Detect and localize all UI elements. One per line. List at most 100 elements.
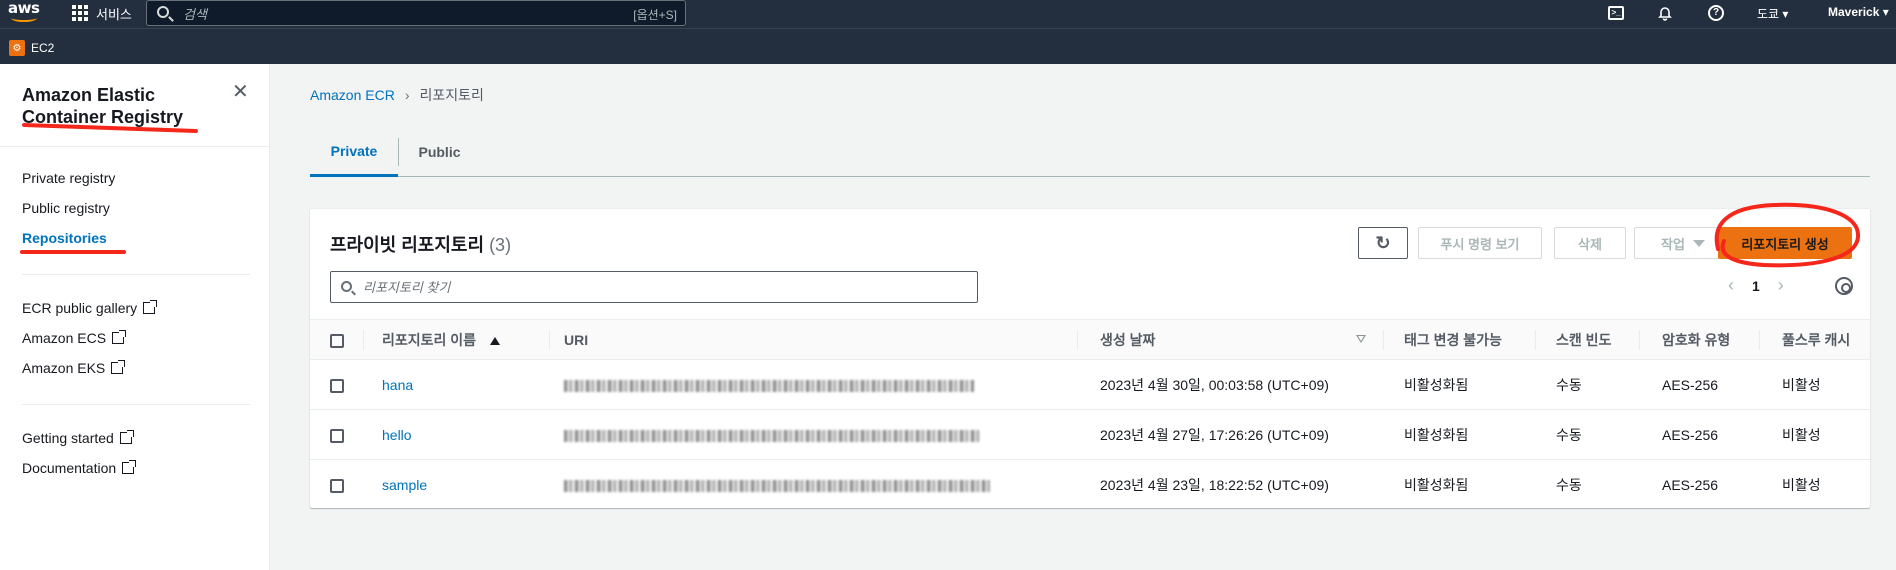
- notifications-icon[interactable]: [1655, 3, 1675, 23]
- sidebar-item-amazon-eks[interactable]: Amazon EKS: [22, 360, 126, 376]
- repository-search-input[interactable]: [363, 278, 963, 296]
- sidebar-item-documentation[interactable]: Documentation: [22, 460, 137, 476]
- scan-cell: 수동: [1536, 409, 1640, 460]
- chevron-right-icon[interactable]: ›: [1778, 275, 1784, 296]
- help-icon[interactable]: ?: [1706, 3, 1726, 23]
- row-checkbox[interactable]: [330, 378, 344, 393]
- created-cell: 2023년 4월 30일, 00:03:58 (UTC+09): [1078, 359, 1384, 410]
- column-header-label: 풀스루 캐시: [1782, 331, 1851, 348]
- cloudshell-icon[interactable]: >_: [1606, 3, 1626, 23]
- column-header-encryption[interactable]: 암호화 유형: [1640, 319, 1760, 360]
- repository-name-cell: hello: [364, 409, 550, 460]
- favorite-ec2[interactable]: ⚙ EC2: [9, 40, 54, 56]
- select-all-header: [310, 319, 364, 360]
- repository-link[interactable]: hello: [382, 427, 412, 443]
- refresh-button[interactable]: ↻: [1358, 227, 1408, 259]
- registry-tabs: Private Public: [310, 128, 1870, 177]
- actions-label: 작업: [1661, 236, 1685, 252]
- repository-name-cell: hana: [364, 359, 550, 410]
- column-header-name[interactable]: 리포지토리 이름: [364, 319, 550, 360]
- sidebar-item-label: Amazon ECS: [22, 330, 107, 346]
- global-search-input[interactable]: [183, 5, 603, 23]
- external-link-icon: [143, 300, 158, 314]
- pagination: ‹ 1 ›: [1728, 275, 1784, 296]
- column-header-uri[interactable]: URI: [550, 319, 1078, 360]
- favorites-bar: ⚙ EC2: [0, 28, 1896, 64]
- repository-link[interactable]: hana: [382, 377, 413, 393]
- repositories-table: 리포지토리 이름 URI 생성 날짜 태그 변경 불가능 스캔 빈도 암호화 유…: [310, 319, 1870, 510]
- sidebar-item-label: Getting started: [22, 430, 114, 446]
- immutability-cell: 비활성화됨: [1384, 459, 1536, 510]
- sidebar-divider: [22, 404, 250, 405]
- row-checkbox[interactable]: [330, 428, 344, 443]
- sidebar-item-amazon-ecs[interactable]: Amazon ECS: [22, 330, 127, 346]
- uri-cell: [550, 359, 1078, 410]
- redacted-uri[interactable]: [564, 379, 974, 392]
- chevron-left-icon[interactable]: ‹: [1728, 275, 1734, 296]
- redacted-uri[interactable]: [564, 429, 980, 442]
- repository-name-cell: sample: [364, 459, 550, 510]
- annotation-underline: [20, 250, 126, 254]
- scan-cell: 수동: [1536, 459, 1640, 510]
- sidebar-item-private-registry[interactable]: Private registry: [22, 170, 115, 186]
- top-navigation: aws 서비스 [옵션+S] >_ ? 도쿄 ▾ Maverick ▾: [0, 0, 1896, 28]
- breadcrumb: Amazon ECR › 리포지토리: [310, 85, 484, 105]
- external-link-icon: [111, 360, 126, 374]
- external-link-icon: [122, 460, 137, 474]
- sidebar-title: Amazon Elastic Container Registry: [22, 85, 184, 127]
- tab-private[interactable]: Private: [310, 128, 398, 177]
- search-shortcut: [옵션+S]: [633, 8, 677, 22]
- tab-public[interactable]: Public: [398, 138, 480, 166]
- global-search[interactable]: [옵션+S]: [146, 0, 686, 26]
- sidebar-item-repositories[interactable]: Repositories: [22, 230, 107, 246]
- close-icon[interactable]: ✕: [232, 82, 249, 102]
- column-header-created[interactable]: 생성 날짜: [1078, 319, 1384, 360]
- aws-smile-icon: [11, 14, 37, 22]
- breadcrumb-link-amazon-ecr[interactable]: Amazon ECR: [310, 87, 395, 103]
- services-label: 서비스: [96, 6, 132, 22]
- repositories-panel: 프라이빗 리포지토리 (3) ↻ 푸시 명령 보기 삭제 작업 리포지토리 생성…: [310, 202, 1870, 510]
- redacted-uri[interactable]: [564, 479, 990, 492]
- row-checkbox[interactable]: [330, 478, 344, 493]
- column-header-scan-frequency[interactable]: 스캔 빈도: [1536, 319, 1640, 360]
- repository-count: (3): [489, 235, 512, 255]
- table-row: hana 2023년 4월 30일, 00:03:58 (UTC+09) 비활성…: [310, 359, 1870, 410]
- region-selector[interactable]: 도쿄 ▾: [1757, 5, 1788, 22]
- grid-icon: [72, 5, 88, 21]
- sidebar-item-public-registry[interactable]: Public registry: [22, 200, 110, 216]
- scan-cell: 수동: [1536, 359, 1640, 410]
- column-header-pull-through-cache[interactable]: 풀스루 캐시: [1760, 319, 1870, 360]
- favorite-label: EC2: [31, 41, 55, 55]
- immutability-cell: 비활성화됨: [1384, 359, 1536, 410]
- aws-logo[interactable]: aws: [8, 1, 40, 24]
- external-link-icon: [119, 430, 134, 444]
- sort-icon: [1356, 334, 1366, 344]
- sidebar-item-getting-started[interactable]: Getting started: [22, 430, 134, 446]
- column-header-label: 태그 변경 불가능: [1404, 331, 1502, 348]
- sidebar-item-label: Documentation: [22, 460, 117, 476]
- search-icon: [341, 281, 352, 292]
- created-cell: 2023년 4월 27일, 17:26:26 (UTC+09): [1078, 409, 1384, 460]
- column-header-label: 암호화 유형: [1662, 331, 1731, 348]
- search-icon: [157, 6, 169, 18]
- select-all-checkbox[interactable]: [330, 333, 344, 348]
- view-push-commands-button[interactable]: 푸시 명령 보기: [1418, 227, 1542, 259]
- panel-title: 프라이빗 리포지토리 (3): [330, 231, 511, 257]
- refresh-icon: ↻: [1375, 232, 1391, 253]
- sort-ascending-icon: [490, 336, 501, 345]
- repository-filter[interactable]: [330, 271, 978, 303]
- column-header-label: URI: [564, 331, 589, 348]
- repository-link[interactable]: sample: [382, 477, 427, 493]
- column-header-tag-immutability[interactable]: 태그 변경 불가능: [1384, 319, 1536, 360]
- chevron-right-icon: ›: [404, 87, 410, 103]
- sidebar-divider: [22, 274, 250, 275]
- account-menu[interactable]: Maverick ▾: [1828, 5, 1889, 19]
- services-menu-button[interactable]: 서비스: [72, 0, 132, 26]
- gear-icon[interactable]: [1835, 277, 1853, 295]
- delete-button[interactable]: 삭제: [1554, 227, 1626, 259]
- immutability-cell: 비활성화됨: [1384, 409, 1536, 460]
- breadcrumb-current: 리포지토리: [419, 87, 484, 103]
- create-repository-button[interactable]: 리포지토리 생성: [1718, 227, 1852, 259]
- sidebar-item-ecr-public-gallery[interactable]: ECR public gallery: [22, 300, 158, 316]
- page-number[interactable]: 1: [1752, 278, 1760, 294]
